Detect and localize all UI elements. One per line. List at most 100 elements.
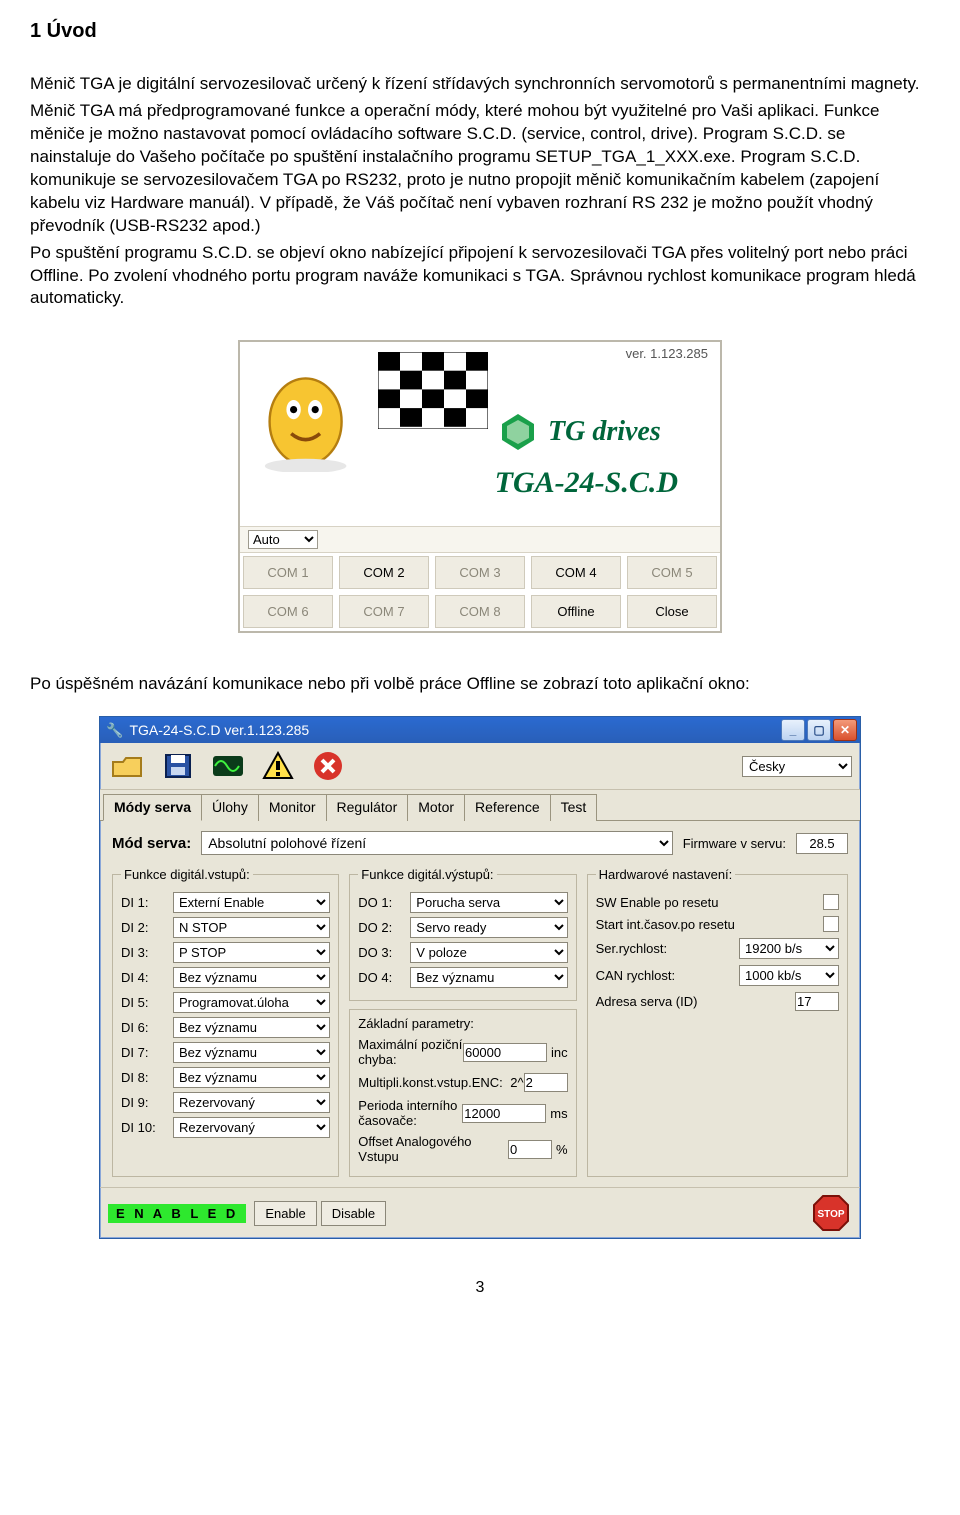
di-label-2: DI 2:	[121, 920, 167, 935]
di-select-10[interactable]: Rezervovaný	[173, 1117, 330, 1138]
paragraph-1: Měnič TGA je digitální servozesilovač ur…	[30, 73, 930, 96]
svg-text:STOP: STOP	[817, 1209, 844, 1220]
mult-input[interactable]	[524, 1073, 568, 1092]
max-err-input[interactable]	[463, 1043, 547, 1062]
mult-label: Multipli.konst.vstup.ENC:	[358, 1075, 510, 1090]
warning-icon[interactable]	[258, 749, 298, 783]
wrench-icon: 🔧	[106, 722, 123, 739]
di-label-1: DI 1:	[121, 895, 167, 910]
di-select-6[interactable]: Bez významu	[173, 1017, 330, 1038]
di-select-7[interactable]: Bez významu	[173, 1042, 330, 1063]
start-int-label: Start int.časov.po resetu	[596, 917, 735, 932]
minimize-button[interactable]: _	[781, 719, 805, 741]
di-label-9: DI 9:	[121, 1095, 167, 1110]
di-select-5[interactable]: Programovat.úloha	[173, 992, 330, 1013]
di-legend: Funkce digitál.vstupů:	[121, 867, 253, 882]
com-button-offline[interactable]: Offline	[531, 595, 621, 628]
mode-label: Mód serva:	[112, 835, 191, 852]
tab-1[interactable]: Úlohy	[201, 794, 259, 821]
language-select[interactable]: Česky	[742, 756, 852, 777]
di-select-2[interactable]: N STOP	[173, 917, 330, 938]
mode-select[interactable]: Absolutní polohové řízení	[201, 831, 673, 855]
paragraph-3: Po spuštění programu S.C.D. se objeví ok…	[30, 242, 930, 311]
sw-enable-checkbox[interactable]	[823, 894, 839, 910]
offset-label: Offset Analogového Vstupu	[358, 1134, 508, 1164]
auto-select[interactable]: Auto	[248, 530, 318, 549]
close-button[interactable]: ✕	[833, 719, 857, 741]
tab-5[interactable]: Reference	[464, 794, 551, 821]
com-button-com1[interactable]: COM 1	[243, 556, 333, 589]
mult-prefix: 2^	[510, 1075, 523, 1090]
brand-text: TG drives	[548, 416, 661, 448]
com-button-com4[interactable]: COM 4	[531, 556, 621, 589]
tab-2[interactable]: Monitor	[258, 794, 327, 821]
tab-4[interactable]: Motor	[407, 794, 465, 821]
ser-rate-select[interactable]: 19200 b/s	[739, 938, 839, 959]
hw-fieldset: Hardwarové nastavení: SW Enable po reset…	[587, 867, 848, 1177]
di-select-8[interactable]: Bez významu	[173, 1067, 330, 1088]
open-icon[interactable]	[108, 749, 148, 783]
com-button-com3[interactable]: COM 3	[435, 556, 525, 589]
heading-uvod: 1 Úvod	[30, 20, 930, 43]
com-button-com5[interactable]: COM 5	[627, 556, 717, 589]
di-label-8: DI 8:	[121, 1070, 167, 1085]
di-label-5: DI 5:	[121, 995, 167, 1010]
can-rate-select[interactable]: 1000 kb/s	[739, 965, 839, 986]
com-button-close[interactable]: Close	[627, 595, 717, 628]
mascot-icon	[248, 352, 368, 472]
di-label-6: DI 6:	[121, 1020, 167, 1035]
do-select-2[interactable]: Servo ready	[410, 917, 567, 938]
max-err-label: Maximální poziční chyba:	[358, 1037, 463, 1067]
tab-6[interactable]: Test	[550, 794, 598, 821]
do-fieldset: Funkce digitál.výstupů: DO 1:Porucha ser…	[349, 867, 576, 1001]
window-title: TGA-24-S.C.D ver.1.123.285	[129, 722, 309, 738]
paragraph-2: Měnič TGA má předprogramované funkce a o…	[30, 100, 930, 238]
period-unit: ms	[550, 1106, 567, 1121]
disable-button[interactable]: Disable	[321, 1201, 386, 1226]
di-select-1[interactable]: Externí Enable	[173, 892, 330, 913]
addr-input[interactable]	[795, 992, 839, 1011]
checkered-flag-icon	[378, 352, 488, 432]
tg-logo-icon	[498, 412, 538, 452]
period-input[interactable]	[462, 1104, 546, 1123]
page-number: 3	[30, 1279, 930, 1297]
bp-legend: Základní parametry:	[358, 1016, 567, 1031]
app-window: 🔧 TGA-24-S.C.D ver.1.123.285 _ ▢ ✕ Česky…	[99, 716, 861, 1239]
ser-rate-label: Ser.rychlost:	[596, 941, 668, 956]
com-button-com6[interactable]: COM 6	[243, 595, 333, 628]
tab-0[interactable]: Módy serva	[103, 794, 202, 821]
di-fieldset: Funkce digitál.vstupů: DI 1: Externí Enab…	[112, 867, 339, 1177]
di-select-9[interactable]: Rezervovaný	[173, 1092, 330, 1113]
paragraph-4: Po úspěšném navázání komunikace nebo při…	[30, 673, 930, 696]
bp-fieldset: Základní parametry: Maximální poziční ch…	[349, 1009, 576, 1177]
do-label-4: DO 4:	[358, 970, 404, 985]
period-label: Perioda interního časovače:	[358, 1098, 462, 1128]
di-label-3: DI 3:	[121, 945, 167, 960]
offset-unit: %	[556, 1142, 568, 1157]
enabled-indicator: E N A B L E D	[108, 1204, 246, 1223]
can-rate-label: CAN rychlost:	[596, 968, 675, 983]
do-select-4[interactable]: Bez významu	[410, 967, 567, 988]
scope-icon[interactable]	[208, 749, 248, 783]
di-label-7: DI 7:	[121, 1045, 167, 1060]
save-icon[interactable]	[158, 749, 198, 783]
firmware-value: 28.5	[796, 833, 848, 854]
maximize-button[interactable]: ▢	[807, 719, 831, 741]
hw-legend: Hardwarové nastavení:	[596, 867, 736, 882]
do-select-3[interactable]: V poloze	[410, 942, 567, 963]
stop-icon[interactable]: STOP	[810, 1192, 852, 1234]
offset-input[interactable]	[508, 1140, 552, 1159]
splash-version: ver. 1.123.285	[626, 346, 708, 361]
com-button-com7[interactable]: COM 7	[339, 595, 429, 628]
enable-button[interactable]: Enable	[254, 1201, 316, 1226]
do-select-1[interactable]: Porucha serva	[410, 892, 567, 913]
tab-3[interactable]: Regulátor	[326, 794, 409, 821]
com-button-com2[interactable]: COM 2	[339, 556, 429, 589]
addr-label: Adresa serva (ID)	[596, 994, 698, 1009]
di-select-3[interactable]: P STOP	[173, 942, 330, 963]
cancel-icon[interactable]	[308, 749, 348, 783]
start-int-checkbox[interactable]	[823, 916, 839, 932]
di-select-4[interactable]: Bez významu	[173, 967, 330, 988]
com-button-com8[interactable]: COM 8	[435, 595, 525, 628]
do-label-3: DO 3:	[358, 945, 404, 960]
